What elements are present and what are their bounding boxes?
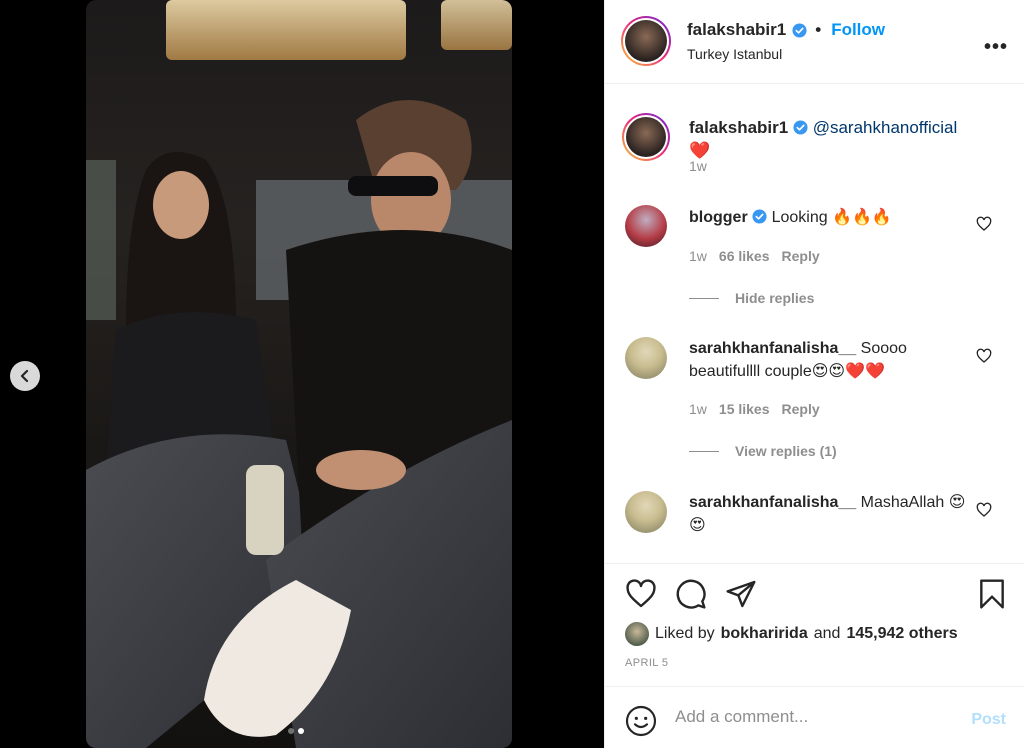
comment-icon[interactable] — [675, 578, 707, 610]
follow-button[interactable]: Follow — [831, 20, 885, 40]
add-comment-bar: Post — [605, 686, 1024, 748]
liked-by: Liked by bokharirida and 145,942 others — [625, 622, 958, 646]
post-date[interactable]: APRIL 5 — [625, 657, 668, 669]
carousel-indicator — [288, 728, 304, 734]
bookmark-icon[interactable] — [976, 578, 1008, 610]
comments-list: falakshabir1 @sarahkhanofficial ❤️ 1w bl… — [605, 85, 1024, 563]
comment-like-icon[interactable] — [976, 216, 992, 232]
commenter-avatar[interactable] — [625, 337, 667, 379]
post-side-panel: falakshabir1 • Follow Turkey Istanbul ••… — [604, 0, 1024, 748]
carousel-dot — [288, 728, 294, 734]
comment-username[interactable]: blogger — [689, 209, 748, 226]
comment-likes[interactable]: 66 likes — [719, 248, 770, 264]
caption-mention[interactable]: @sarahkhanofficial — [813, 118, 958, 137]
post-photo[interactable] — [86, 0, 512, 748]
replies-divider — [689, 450, 719, 452]
comment-time[interactable]: 1w — [689, 248, 707, 264]
reply-button[interactable]: Reply — [782, 248, 820, 264]
liked-by-and: and — [813, 625, 841, 642]
comment-likes[interactable]: 15 likes — [719, 401, 770, 417]
replies-toggle-label: Hide replies — [735, 290, 815, 306]
commenter-avatar[interactable] — [625, 205, 667, 247]
caption-username[interactable]: falakshabir1 — [689, 118, 788, 137]
liked-by-avatar[interactable] — [625, 622, 649, 646]
comment-username[interactable]: sarahkhanfanalisha__ — [689, 340, 856, 357]
comment-like-icon[interactable] — [976, 348, 992, 364]
replies-divider — [689, 297, 719, 299]
heart-icon[interactable] — [625, 578, 657, 610]
photo-illustration — [86, 0, 512, 748]
carousel-dot-active — [298, 728, 304, 734]
post-comment-button[interactable]: Post — [971, 711, 1006, 729]
comment-username[interactable]: sarahkhanfanalisha__ — [689, 494, 856, 511]
verified-badge-icon — [793, 120, 808, 135]
liked-by-prefix: Liked by — [655, 625, 715, 642]
media-viewer — [0, 0, 604, 748]
comment-text: Looking 🔥🔥🔥 — [771, 209, 892, 226]
caption-avatar[interactable] — [622, 113, 670, 161]
author-username[interactable]: falakshabir1 — [687, 20, 786, 40]
reply-button[interactable]: Reply — [782, 401, 820, 417]
post-location[interactable]: Turkey Istanbul — [687, 46, 782, 62]
paper-plane-icon[interactable] — [725, 578, 757, 610]
comment-like-icon[interactable] — [976, 502, 992, 518]
view-replies-button[interactable]: View replies (1) — [689, 443, 837, 459]
previous-slide-button[interactable] — [10, 361, 40, 391]
comment-time[interactable]: 1w — [689, 401, 707, 417]
liked-by-user[interactable]: bokharirida — [721, 625, 808, 643]
verified-badge-icon — [792, 22, 807, 38]
hide-replies-button[interactable]: Hide replies — [689, 290, 814, 306]
header-separator: • — [815, 20, 822, 39]
caption-time[interactable]: 1w — [689, 158, 707, 174]
comment-input[interactable] — [675, 707, 955, 727]
commenter-avatar[interactable] — [625, 491, 667, 533]
chevron-left-icon — [20, 369, 29, 383]
liked-by-others[interactable]: 145,942 others — [846, 625, 957, 643]
more-options-icon[interactable]: ••• — [984, 36, 1008, 59]
post-header: falakshabir1 • Follow Turkey Istanbul ••… — [605, 0, 1024, 84]
author-avatar[interactable] — [621, 16, 671, 66]
replies-toggle-label: View replies (1) — [735, 443, 837, 459]
verified-badge-icon — [752, 209, 767, 224]
post-actions: Liked by bokharirida and 145,942 others … — [605, 563, 1024, 685]
smiley-icon[interactable] — [625, 705, 657, 737]
